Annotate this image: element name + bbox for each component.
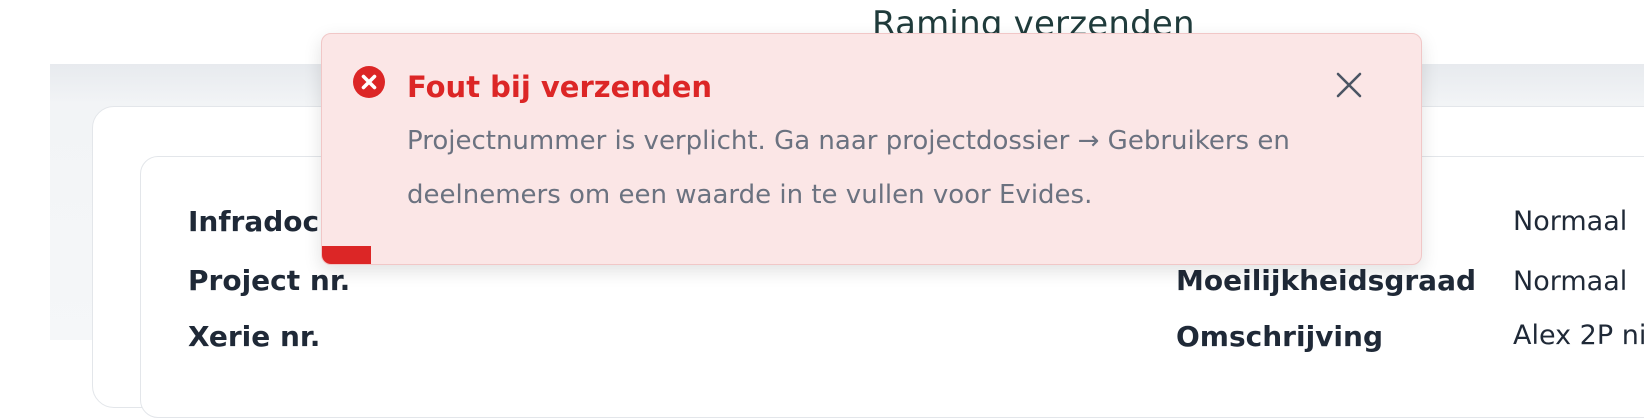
close-icon: [1336, 72, 1362, 98]
left-sidebar-edge: [0, 64, 50, 340]
close-button[interactable]: [1330, 66, 1368, 104]
error-toast: Fout bij verzenden Projectnummer is verp…: [321, 33, 1422, 265]
value-omschrijving: Alex 2P nic: [1513, 320, 1644, 351]
label-moeilijkheidsgraad: Moeilijkheidsgraad: [1176, 264, 1477, 297]
toast-progress-bar: [322, 246, 372, 264]
label-xerie-nr: Xerie nr.: [188, 320, 321, 353]
label-omschrijving: Omschrijving: [1176, 320, 1384, 353]
toast-title: Fout bij verzenden: [407, 70, 713, 104]
value-moeilijkheidsgraad: Normaal: [1513, 266, 1628, 297]
toast-message: Projectnummer is verplicht. Ga naar proj…: [407, 126, 1290, 210]
label-infradock: Infradock: [188, 205, 338, 238]
label-project-nr: Project nr.: [188, 264, 351, 297]
value-priority: Normaal: [1513, 206, 1628, 237]
error-circle-icon: [353, 66, 385, 98]
